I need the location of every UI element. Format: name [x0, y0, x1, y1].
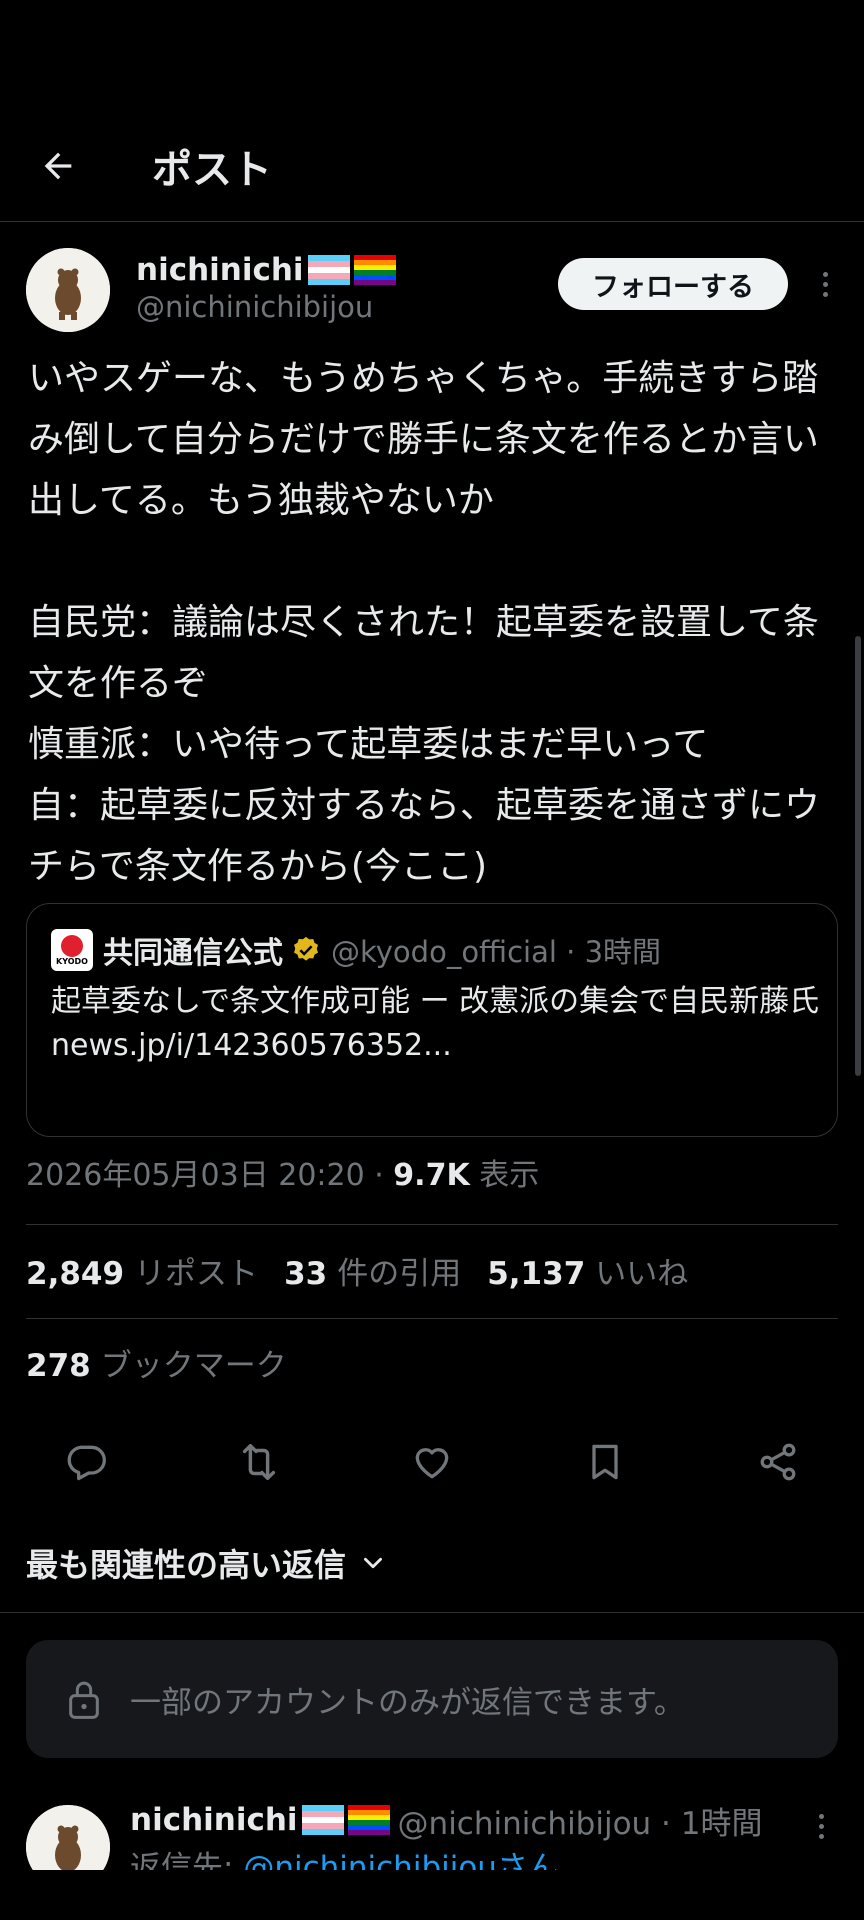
- quoted-link[interactable]: news.jp/i/142360576352...: [51, 1024, 821, 1068]
- arrow-left-icon: [44, 152, 72, 179]
- transgender-flag-icon: [301, 1805, 344, 1835]
- kyodo-logo: KYODO: [51, 929, 93, 971]
- likes-stat[interactable]: 5,137 いいね: [487, 1252, 688, 1296]
- post-author: nichinichi @nichinichibijou フォローする: [26, 248, 838, 334]
- sort-label: 最も関連性の高い返信: [26, 1546, 347, 1584]
- reply-sort-dropdown[interactable]: 最も関連性の高い返信: [26, 1540, 386, 1586]
- repost-icon: [242, 1443, 276, 1481]
- page-title: ポスト: [152, 146, 272, 193]
- author-name-row: nichinichi: [136, 248, 396, 292]
- engagement-stats: 2,849 リポスト 33 件の引用 5,137 いいね: [26, 1252, 688, 1296]
- like-button[interactable]: [402, 1432, 462, 1492]
- reply-icon: [67, 1445, 106, 1481]
- quoted-post-header: KYODO 共同通信公式 @kyodo_official · 3時間: [51, 928, 661, 972]
- reply-button[interactable]: [56, 1432, 116, 1492]
- post-text: いやスゲーな、もうめちゃくちゃ。手続きすら踏み倒して自分らだけで勝手に条文を作る…: [28, 358, 821, 887]
- action-bar: [0, 1432, 864, 1492]
- bear-avatar-icon: [26, 248, 110, 332]
- divider: [0, 1612, 864, 1613]
- restriction-message: 一部のアカウントのみが返信できます。: [130, 1684, 685, 1721]
- rainbow-flag-icon: [353, 255, 396, 285]
- view-label: 表示: [469, 1158, 540, 1193]
- reply-author-name[interactable]: nichinichi: [130, 1802, 298, 1838]
- reposts-stat[interactable]: 2,849 リポスト: [26, 1252, 258, 1296]
- more-options-icon[interactable]: [810, 264, 840, 304]
- quoted-handle-time: @kyodo_official · 3時間: [331, 935, 662, 969]
- repost-button[interactable]: [229, 1432, 289, 1492]
- quoted-headline: 起草委なしで条文作成可能 ー 改憲派の集会で自民新藤氏: [51, 984, 820, 1019]
- like-icon: [415, 1448, 449, 1479]
- avatar[interactable]: [26, 1805, 110, 1870]
- quoted-post[interactable]: KYODO 共同通信公式 @kyodo_official · 3時間 起草委なし…: [26, 903, 838, 1137]
- transgender-flag-icon: [307, 255, 350, 285]
- author-name[interactable]: nichinichi: [136, 252, 304, 288]
- back-button[interactable]: [28, 136, 88, 196]
- post-datetime[interactable]: 2026年05月03日 20:20 ·: [26, 1158, 393, 1193]
- quoted-author-name: 共同通信公式: [103, 936, 283, 971]
- quoted-text: 起草委なしで条文作成可能 ー 改憲派の集会で自民新藤氏 news.jp/i/14…: [51, 980, 821, 1068]
- rainbow-flag-icon: [347, 1805, 390, 1835]
- post-timestamp: 2026年05月03日 20:20 · 9.7K 表示: [26, 1154, 539, 1198]
- reply-item[interactable]: nichinichi @nichinichibijou · 1時間 返信先: @…: [0, 1800, 864, 1870]
- divider: [26, 1318, 838, 1319]
- lock-icon: [69, 1681, 99, 1719]
- author-handle[interactable]: @nichinichibijou: [136, 290, 373, 324]
- bookmarks-stat[interactable]: 278 ブックマーク: [26, 1344, 287, 1388]
- top-bar: ポスト: [0, 110, 864, 222]
- share-button[interactable]: [748, 1432, 808, 1492]
- share-icon: [760, 1443, 796, 1481]
- follow-button[interactable]: フォローする: [558, 258, 788, 310]
- view-count: 9.7K: [393, 1158, 470, 1193]
- bear-avatar-icon: [26, 1805, 110, 1870]
- reply-handle-time: @nichinichibijou · 1時間: [397, 1805, 763, 1842]
- reply-to-link[interactable]: @nichinichibijouさん: [243, 1850, 559, 1870]
- quotes-stat[interactable]: 33 件の引用: [284, 1252, 461, 1296]
- verified-badge-icon: [294, 936, 318, 961]
- bookmark-icon: [592, 1444, 618, 1480]
- chevron-down-icon: [364, 1557, 383, 1569]
- more-options-icon[interactable]: [806, 1806, 836, 1846]
- reply-to-line: 返信先: @nichinichibijouさん: [130, 1842, 559, 1870]
- scrollbar[interactable]: [855, 636, 861, 1076]
- divider: [26, 1224, 838, 1225]
- avatar[interactable]: [26, 248, 110, 332]
- bookmark-button[interactable]: [575, 1432, 635, 1492]
- reply-header: nichinichi @nichinichibijou · 1時間: [130, 1800, 763, 1842]
- reply-restriction-notice: 一部のアカウントのみが返信できます。: [26, 1640, 838, 1758]
